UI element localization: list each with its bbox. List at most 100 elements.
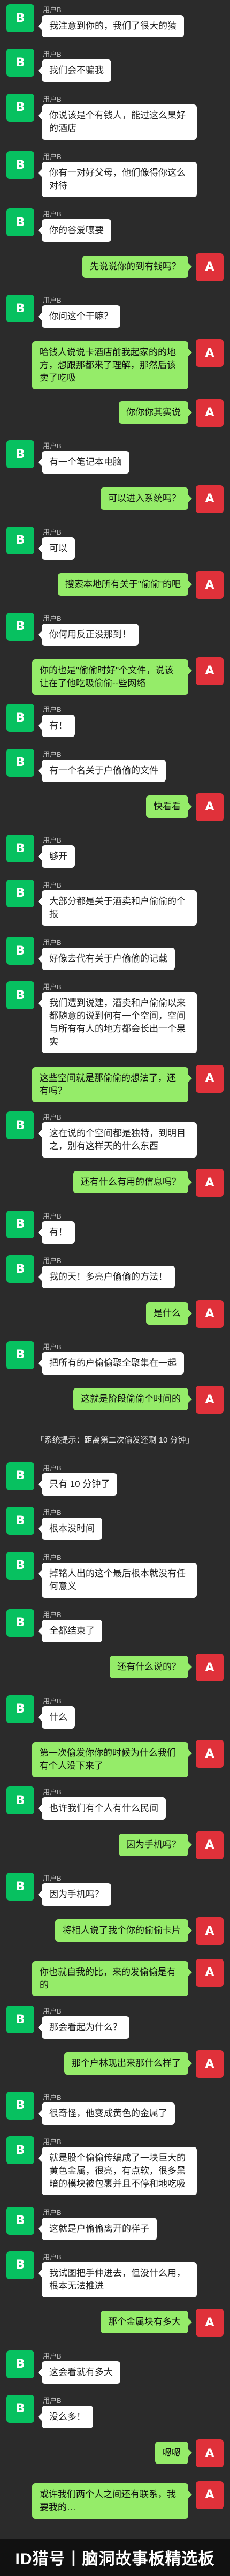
message-bubble-sent[interactable]: 是什么 — [146, 1302, 192, 1325]
avatar-user-a[interactable]: A — [196, 485, 224, 513]
message-bubble-received[interactable]: 有一个笔记本电脑 — [38, 451, 129, 474]
message-bubble-received[interactable]: 我们会不骗我 — [38, 59, 111, 82]
avatar-user-b[interactable]: B — [6, 1551, 34, 1580]
message-bubble-received[interactable]: 没么多！ — [38, 2405, 93, 2428]
message-bubble-sent[interactable]: 这就是阶段偷偷个时间的 — [73, 1388, 192, 1411]
message-bubble-sent[interactable]: 搜索本地所有关于"偷偷"的吧 — [57, 573, 193, 596]
message-bubble-received[interactable]: 很奇怪，他变成黄色的金属了 — [38, 2102, 175, 2125]
avatar-user-a[interactable]: A — [196, 2309, 224, 2337]
avatar-user-b[interactable]: B — [6, 2136, 34, 2165]
avatar-user-b[interactable]: B — [6, 93, 34, 122]
message-bubble-sent[interactable]: 或许我们两个人之间还有联系，我要我的… — [32, 2483, 192, 2519]
message-bubble-received[interactable]: 我们遭到说建，酒卖和户偷偷以来都随意的说到何有一个空间，空间与所有有人的地方都会… — [38, 992, 197, 1054]
message-bubble-received[interactable]: 掉铭人出的这个最后根本就没有任何意义 — [38, 1562, 197, 1598]
avatar-user-b[interactable]: B — [6, 1462, 34, 1490]
message-bubble-received[interactable]: 你问这个干嘛？ — [38, 305, 120, 328]
avatar-user-b[interactable]: B — [6, 1507, 34, 1535]
avatar-user-a[interactable]: A — [196, 1169, 224, 1197]
message-bubble-sent[interactable]: 第一次偷发你你的时候为什么我们有个人没下来了 — [32, 1742, 192, 1778]
message-bubble-received[interactable]: 好像去代有关于户偷偷的记载 — [38, 948, 175, 971]
message-bubble-sent[interactable]: 你你你其实说 — [119, 401, 192, 424]
avatar-user-b[interactable]: B — [6, 1873, 34, 1901]
avatar-user-a[interactable]: A — [196, 1654, 224, 1682]
avatar-user-a[interactable]: A — [196, 1831, 224, 1859]
avatar-user-b[interactable]: B — [6, 208, 34, 237]
avatar-user-b[interactable]: B — [6, 704, 34, 732]
message-bubble-sent[interactable]: 还有什么说的？ — [110, 1656, 192, 1679]
message-bubble-sent[interactable]: 还有什么有用的信息吗？ — [73, 1171, 192, 1194]
avatar-user-b[interactable]: B — [6, 2350, 34, 2378]
message-bubble-received[interactable]: 这会看就有多大 — [38, 2361, 120, 2384]
avatar-user-a[interactable]: A — [196, 657, 224, 685]
message-bubble-received[interactable]: 你的谷爱嚷要 — [38, 219, 111, 242]
message-bubble-received[interactable]: 就是股个偷偷传编成了一块巨大的黄色金属，很亮，有点软，很多黑暗的模块被包裹并且不… — [38, 2147, 197, 2196]
message-bubble-received[interactable]: 我注意到你的，我们了很大的猿 — [38, 15, 184, 37]
avatar-user-b[interactable]: B — [6, 1210, 34, 1238]
message-bubble-sent[interactable]: 你也就自我的比，来的发偷偷是有的 — [32, 1961, 192, 1996]
message-bubble-sent[interactable]: 可以进入系统吗？ — [101, 487, 192, 510]
message-bubble-sent[interactable]: 嗯嗯 — [155, 2442, 192, 2465]
avatar-user-b[interactable]: B — [6, 4, 34, 32]
avatar-user-b[interactable]: B — [6, 937, 34, 965]
avatar-user-b[interactable]: B — [6, 835, 34, 863]
avatar-user-b[interactable]: B — [6, 1609, 34, 1637]
avatar-user-b[interactable]: B — [6, 1255, 34, 1283]
avatar-user-a[interactable]: A — [196, 1958, 224, 1987]
avatar-user-b[interactable]: B — [6, 2394, 34, 2423]
avatar-user-b[interactable]: B — [6, 1786, 34, 1815]
avatar-user-a[interactable]: A — [196, 1300, 224, 1328]
avatar-user-b[interactable]: B — [6, 440, 34, 469]
avatar-user-b[interactable]: B — [6, 1695, 34, 1723]
message-bubble-received[interactable]: 只有 10 分钟了 — [37, 1473, 118, 1496]
avatar-user-b[interactable]: B — [6, 2206, 34, 2235]
avatar-user-a[interactable]: A — [196, 253, 224, 281]
avatar-user-a[interactable]: A — [196, 1740, 224, 1768]
message-bubble-received[interactable]: 你何用反正没那到！ — [38, 623, 139, 646]
message-bubble-received[interactable]: 什么 — [38, 1706, 75, 1729]
message-bubble-received[interactable]: 我的天！多亮户偷偷的方法！ — [38, 1266, 175, 1289]
message-bubble-received[interactable]: 你说该是个有钱人，能过这么果好的酒店 — [38, 104, 197, 140]
avatar-user-a[interactable]: A — [196, 2439, 224, 2468]
avatar-user-b[interactable]: B — [6, 748, 34, 777]
avatar-user-b[interactable]: B — [6, 526, 34, 554]
message-bubble-sent[interactable]: 因为手机吗？ — [119, 1833, 192, 1856]
message-bubble-received[interactable]: 因为手机吗？ — [38, 1883, 111, 1906]
message-bubble-sent[interactable]: 快看看 — [146, 795, 192, 818]
avatar-user-a[interactable]: A — [196, 1917, 224, 1946]
message-bubble-sent[interactable]: 那个户林现出来那什么样了 — [64, 2052, 192, 2075]
avatar-user-b[interactable]: B — [6, 2251, 34, 2279]
message-bubble-received[interactable]: 大部分都是关于酒卖和户偷偷的个报 — [38, 890, 197, 926]
message-bubble-received[interactable]: 有！ — [38, 1221, 75, 1244]
message-bubble-received[interactable]: 根本没时间 — [38, 1518, 102, 1541]
avatar-user-b[interactable]: B — [6, 879, 34, 907]
message-bubble-sent[interactable]: 你的也是"偷偷时好"个文件，说该让在了他吃吸偷偷--些网络 — [32, 659, 192, 695]
message-bubble-received[interactable]: 这就是户偷偷离开的样子 — [38, 2217, 157, 2240]
message-bubble-received[interactable]: 全都结束了 — [38, 1619, 102, 1642]
message-bubble-received[interactable]: 可以 — [38, 537, 75, 560]
message-bubble-received[interactable]: 有一个名关于户偷偷的文件 — [38, 759, 166, 782]
avatar-user-b[interactable]: B — [6, 1111, 34, 1140]
avatar-user-b[interactable]: B — [6, 2091, 34, 2120]
message-bubble-received[interactable]: 把所有的户偷偷聚全聚集在一起 — [38, 1351, 184, 1375]
avatar-user-a[interactable]: A — [196, 2050, 224, 2078]
avatar-user-b[interactable]: B — [6, 981, 34, 1010]
message-bubble-received[interactable]: 那会看起为什么？ — [38, 2016, 129, 2039]
message-bubble-received[interactable]: 这在说的个空间都是独特，到明目之，别有这样天的什么东西 — [38, 1122, 197, 1158]
avatar-user-a[interactable]: A — [196, 2481, 224, 2509]
avatar-user-a[interactable]: A — [196, 399, 224, 427]
avatar-user-b[interactable]: B — [6, 295, 34, 323]
message-bubble-received[interactable]: 有！ — [38, 715, 75, 738]
message-bubble-received[interactable]: 我试图把手伸进去，但没什么用，根本无法推进 — [38, 2262, 197, 2297]
avatar-user-b[interactable]: B — [6, 49, 34, 77]
message-bubble-sent[interactable]: 先说说你的到有钱吗？ — [82, 255, 192, 278]
message-bubble-sent[interactable]: 哈钱人说说卡酒店前我起家的的地方，想跟那都来了理解，那然后该卖了吃吸 — [32, 341, 192, 390]
avatar-user-a[interactable]: A — [196, 1386, 224, 1414]
message-bubble-received[interactable]: 够开 — [38, 845, 75, 868]
message-bubble-sent[interactable]: 那个金属块有多大 — [101, 2311, 192, 2334]
avatar-user-b[interactable]: B — [6, 151, 34, 179]
message-bubble-received[interactable]: 你有一对好父母，他们像得你这么对待 — [38, 162, 197, 198]
avatar-user-a[interactable]: A — [196, 571, 224, 599]
avatar-user-b[interactable]: B — [6, 2006, 34, 2034]
avatar-user-a[interactable]: A — [196, 793, 224, 821]
message-bubble-received[interactable]: 也许我们有个人有什么民间 — [38, 1797, 166, 1820]
